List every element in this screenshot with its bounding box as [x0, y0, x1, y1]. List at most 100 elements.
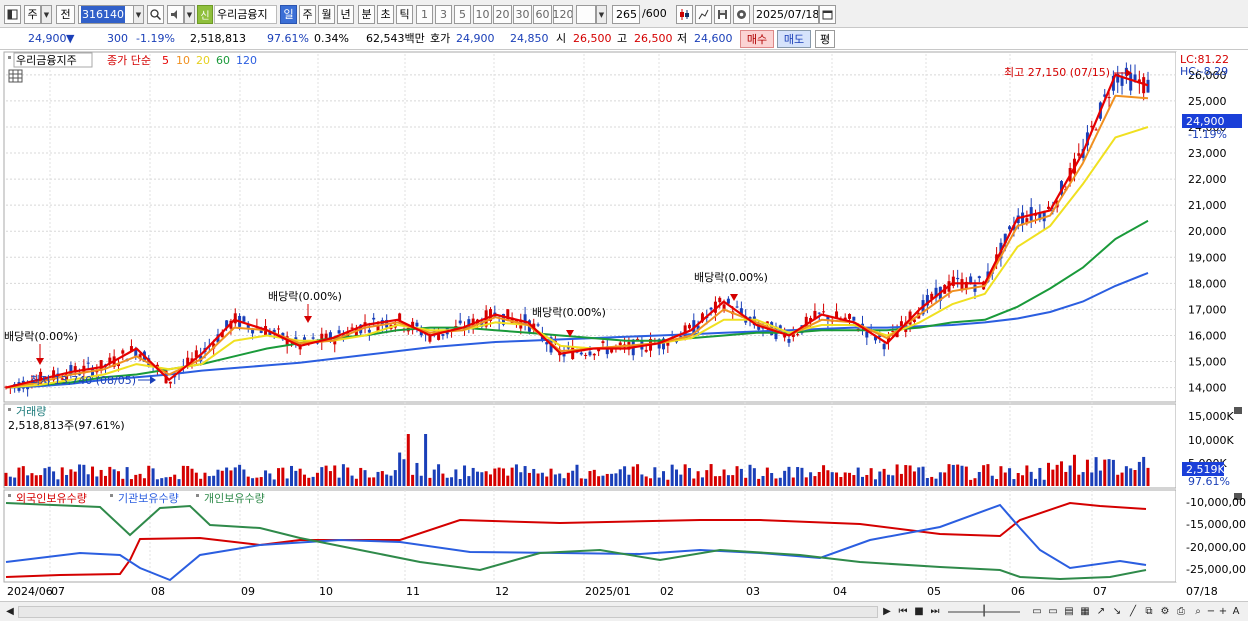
zoom-out-search-icon[interactable]: ⌕	[1192, 605, 1204, 619]
count-total: /600	[642, 7, 667, 20]
settings-icon[interactable]: ⚙	[1158, 605, 1172, 619]
volume-bar	[1098, 470, 1102, 486]
volume-panel-collapse-icon[interactable]	[1234, 407, 1242, 414]
period-year-tab[interactable]: 년	[337, 5, 354, 24]
trend-up-icon[interactable]: ↗	[1094, 605, 1108, 619]
volume-bar	[826, 470, 830, 486]
volume-tick-15000k: 15,000K	[1188, 410, 1234, 423]
print-icon[interactable]: ⎙	[1174, 605, 1188, 619]
skip-back-icon[interactable]: ⏮	[896, 605, 910, 619]
speaker-dropdown-icon[interactable]: ▼	[184, 5, 195, 24]
volume-bar	[973, 478, 977, 486]
volume-bar	[411, 474, 415, 486]
draw-line-icon[interactable]: ╱	[1126, 605, 1140, 619]
calendar-icon[interactable]	[819, 5, 836, 24]
volume-bar	[791, 477, 795, 486]
volume-bar	[709, 464, 713, 486]
period-second-tab[interactable]: 초	[377, 5, 394, 24]
candle-body	[242, 316, 246, 322]
volume-bar	[822, 465, 826, 486]
layout-icon-3[interactable]: ▤	[1062, 605, 1076, 619]
trend-down-icon[interactable]: ↘	[1110, 605, 1124, 619]
copy-icon[interactable]: ⧉	[1142, 605, 1156, 619]
layout-icon-4[interactable]: ▦	[1078, 605, 1092, 619]
code-input[interactable]: 316140	[78, 5, 134, 24]
candle-icon[interactable]	[676, 5, 693, 24]
interval-120[interactable]: 120	[553, 5, 573, 24]
period-week-tab[interactable]: 주	[299, 5, 316, 24]
layout-icon-2[interactable]: ▭	[1046, 605, 1060, 619]
search-icon[interactable]	[147, 5, 164, 24]
volume-bar	[1120, 472, 1124, 486]
interval-dropdown-icon[interactable]: ▼	[596, 5, 607, 24]
change-value: 300	[107, 32, 128, 45]
skip-forward-icon[interactable]: ⏭	[928, 605, 942, 619]
volume-bar	[277, 468, 281, 486]
chart-type-icon[interactable]	[4, 5, 21, 24]
scroll-left-icon[interactable]: ◀	[4, 605, 16, 619]
candle-body	[277, 328, 281, 330]
date-tick-label: 08	[151, 585, 165, 598]
volume-bar	[886, 474, 890, 486]
scroll-right-icon[interactable]: ▶	[880, 605, 894, 619]
interval-30[interactable]: 30	[513, 5, 532, 24]
draw-tool-icon[interactable]	[695, 5, 712, 24]
zoom-out-icon[interactable]: −	[1206, 605, 1216, 619]
price-tick-label: 23,000	[1188, 147, 1227, 160]
volume-bar	[1129, 468, 1133, 486]
count-input[interactable]: 265	[612, 5, 640, 24]
volume-bar	[285, 478, 289, 486]
price-tick-label: 16,000	[1188, 329, 1227, 342]
candle-body	[601, 341, 605, 344]
flat-button[interactable]: 평	[815, 30, 835, 48]
volume-bar	[705, 470, 709, 486]
text-size-icon[interactable]: A	[1230, 605, 1242, 619]
speaker-icon[interactable]	[167, 5, 184, 24]
price-tick-label: 20,000	[1188, 225, 1227, 238]
sell-button[interactable]: 매도	[777, 30, 811, 48]
code-dropdown-icon[interactable]: ▼	[133, 5, 144, 24]
code-value: 316140	[81, 6, 125, 23]
market-dropdown-icon[interactable]: ▼	[41, 5, 52, 24]
gear-icon[interactable]	[733, 5, 750, 24]
date-input[interactable]: 2025/07/18	[753, 5, 819, 24]
interval-custom-input[interactable]	[576, 5, 596, 24]
volume-bar	[1085, 459, 1089, 486]
volume-bar	[367, 477, 371, 486]
period-month-tab[interactable]: 월	[318, 5, 335, 24]
candle-body	[372, 317, 376, 320]
stop-icon[interactable]: ■	[912, 605, 926, 619]
interval-10[interactable]: 10	[473, 5, 492, 24]
interval-20[interactable]: 20	[493, 5, 512, 24]
volume-bar	[346, 467, 350, 486]
volume-bar	[194, 472, 198, 486]
low-annotation: 최저 13,740 (08/05)	[30, 374, 136, 387]
prev-button[interactable]: 전	[56, 5, 75, 24]
zoom-in-icon[interactable]: +	[1218, 605, 1228, 619]
period-minute-tab[interactable]: 분	[358, 5, 375, 24]
interval-3[interactable]: 3	[435, 5, 452, 24]
candle-body	[1094, 129, 1098, 131]
zoom-slider-handle[interactable]: ┃	[980, 605, 988, 619]
market-select[interactable]: 주	[24, 5, 41, 24]
save-icon[interactable]	[714, 5, 731, 24]
horizontal-scrollbar[interactable]	[18, 606, 878, 618]
layout-icon-1[interactable]: ▭	[1030, 605, 1044, 619]
volume-bar	[969, 479, 973, 486]
candle-body	[882, 343, 886, 350]
interval-1[interactable]: 1	[416, 5, 433, 24]
panel-handle-icon[interactable]	[8, 56, 11, 59]
grid-toggle-icon[interactable]	[8, 69, 23, 83]
volume-bar	[229, 470, 233, 486]
interval-60[interactable]: 60	[533, 5, 552, 24]
period-tick-tab[interactable]: 틱	[396, 5, 413, 24]
interval-5[interactable]: 5	[454, 5, 471, 24]
period-day-tab[interactable]: 일	[280, 5, 297, 24]
buy-button[interactable]: 매수	[740, 30, 774, 48]
volume-bar	[164, 477, 168, 486]
candle-body	[718, 297, 722, 303]
stock-name-field[interactable]: 우리금융지	[214, 5, 277, 24]
volume-bar	[134, 474, 138, 486]
chart-area[interactable]: 14,000 15,000 16,000 17,000 18,000 19,000 20,0…	[0, 50, 1248, 601]
holdings-tick-1: -10,000,00	[1186, 496, 1246, 509]
